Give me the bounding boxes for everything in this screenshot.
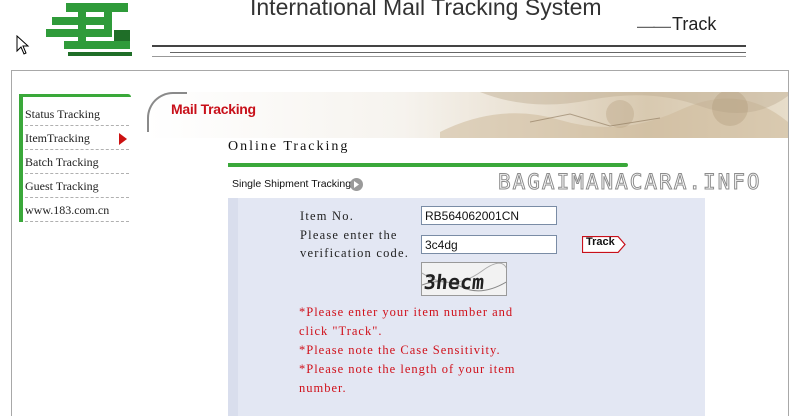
active-arrow-icon: [119, 133, 127, 145]
instruction-note: *Please enter your item number and: [299, 305, 514, 319]
sidebar-item-label: Batch Tracking: [25, 155, 99, 169]
verification-label-line2: verification code.: [300, 246, 410, 260]
instruction-note: *Please note the Case Sensitivity.: [299, 343, 501, 357]
panel-edge: [228, 198, 238, 416]
sidebar-item-item-tracking[interactable]: ItemTracking: [25, 127, 129, 150]
map-decoration-image: [440, 92, 788, 138]
sidebar-item-website-link[interactable]: www.183.com.cn: [25, 199, 129, 222]
sidebar-item-label: www.183.com.cn: [25, 203, 110, 217]
instruction-note: number.: [299, 381, 347, 395]
watermark-text: BAGAIMANACARA.INFO: [498, 170, 762, 195]
instruction-note: click "Track".: [299, 324, 383, 338]
mouse-cursor-icon: [16, 35, 30, 55]
section-divider: [228, 163, 628, 167]
header-rule: [152, 45, 746, 47]
china-post-logo: [46, 3, 132, 56]
single-shipment-label: Single Shipment Tracking: [232, 178, 352, 190]
captcha-text: 3hecm: [423, 270, 486, 294]
header: International Mail Tracking System —— Tr…: [0, 0, 790, 66]
sidebar-item-label: Status Tracking: [25, 107, 101, 121]
track-header-label: Track: [672, 14, 717, 34]
verification-label-line1: Please enter the: [300, 228, 398, 242]
header-rule: [152, 56, 746, 57]
section-title: Online Tracking: [228, 139, 350, 154]
sidebar-top-bar: [19, 94, 131, 97]
sidebar-accent-bar: [19, 94, 23, 222]
track-button-label: Track: [586, 236, 615, 248]
sidebar-item-status-tracking[interactable]: Status Tracking: [25, 103, 129, 126]
verification-code-input[interactable]: [421, 235, 557, 254]
item-no-label: Item No.: [300, 209, 355, 223]
system-title: International Mail Tracking System: [250, 0, 602, 20]
banner-title: Mail Tracking: [171, 101, 256, 117]
track-dash: ——: [637, 16, 671, 36]
sidebar-item-label: Guest Tracking: [25, 179, 99, 193]
sidebar-item-label: ItemTracking: [25, 131, 90, 145]
sidebar-item-batch-tracking[interactable]: Batch Tracking: [25, 151, 129, 174]
sidebar-item-guest-tracking[interactable]: Guest Tracking: [25, 175, 129, 198]
captcha-graphic: 3hecm: [422, 263, 506, 294]
instruction-note: *Please note the length of your item: [299, 362, 516, 376]
header-rule: [170, 52, 746, 53]
item-number-input[interactable]: [421, 206, 557, 225]
captcha-image: 3hecm: [421, 262, 507, 296]
arrow-circle-icon: [350, 178, 363, 191]
